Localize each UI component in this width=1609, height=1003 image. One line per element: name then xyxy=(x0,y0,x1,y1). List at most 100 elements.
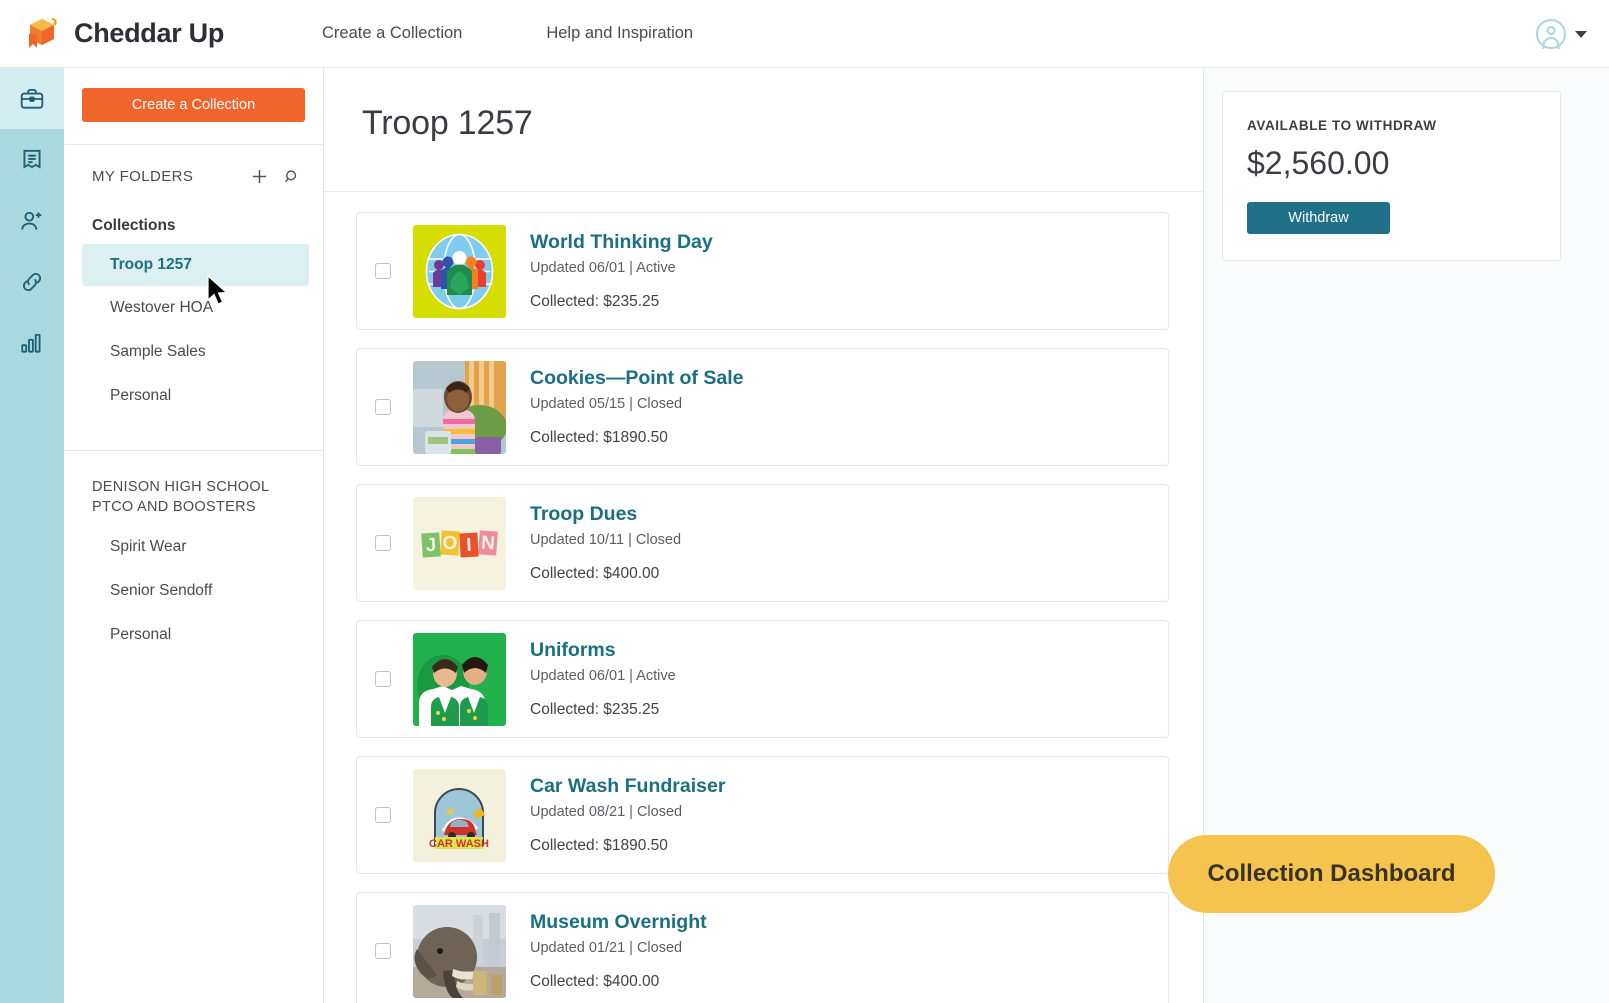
collection-thumbnail xyxy=(413,225,506,318)
folder-group-title: DENISON HIGH SCHOOL PTCO AND BOOSTERS xyxy=(64,451,323,517)
svg-text:CAR WASH: CAR WASH xyxy=(429,838,489,850)
folder-item-personal[interactable]: Personal xyxy=(64,374,323,418)
collection-card[interactable]: Museum Overnight Updated 01/21 | Closed Co… xyxy=(356,892,1169,1003)
add-person-icon xyxy=(19,208,45,234)
top-header: Cheddar Up Create a Collection Help and … xyxy=(0,0,1609,68)
collections-list: World Thinking Day Updated 06/01 | Active… xyxy=(324,192,1203,1003)
collection-collected: Collected: $235.25 xyxy=(530,701,676,719)
plus-icon xyxy=(250,174,269,189)
folders-panel: Create a Collection MY FOLDERS Collectio… xyxy=(64,68,324,1003)
collection-meta: Updated 05/15 | Closed xyxy=(530,396,743,412)
folder-group-title: Collections xyxy=(64,186,323,236)
user-circle-icon[interactable] xyxy=(1536,19,1566,49)
add-folder-button[interactable] xyxy=(250,167,269,186)
collection-card[interactable]: CAR WASH Car Wash Fundraiser Updated 08/21… xyxy=(356,756,1169,874)
nav-help-and-inspiration[interactable]: Help and Inspiration xyxy=(546,24,693,43)
collection-details: Museum Overnight Updated 01/21 | Closed Co… xyxy=(530,911,707,991)
account-menu[interactable] xyxy=(1536,0,1587,68)
svg-text:N: N xyxy=(480,532,495,554)
icon-rail xyxy=(0,68,64,1003)
collection-card[interactable]: World Thinking Day Updated 06/01 | Active… xyxy=(356,212,1169,330)
chevron-down-icon[interactable] xyxy=(1575,31,1587,38)
rail-item-payments[interactable] xyxy=(0,129,64,190)
available-to-withdraw-card: AVAILABLE TO WITHDRAW $2,560.00 Withdraw xyxy=(1222,91,1561,261)
top-navigation: Create a Collection Help and Inspiration xyxy=(322,24,777,43)
avatar-head xyxy=(1547,26,1556,35)
collection-details: Car Wash Fundraiser Updated 08/21 | Close… xyxy=(530,775,725,855)
collection-dashboard-button[interactable]: Collection Dashboard xyxy=(1168,835,1495,913)
svg-text:O: O xyxy=(442,532,458,554)
collection-details: Uniforms Updated 06/01 | Active Collected:… xyxy=(530,639,676,719)
collection-title[interactable]: Museum Overnight xyxy=(530,911,707,934)
collection-details: Troop Dues Updated 10/11 | Closed Collecte… xyxy=(530,503,681,583)
collection-meta: Updated 01/21 | Closed xyxy=(530,940,707,956)
collection-meta: Updated 06/01 | Active xyxy=(530,260,713,276)
collection-meta: Updated 10/11 | Closed xyxy=(530,532,681,548)
receipt-icon xyxy=(19,147,45,173)
collection-checkbox[interactable] xyxy=(375,399,391,415)
collection-card[interactable]: JOIN Troop Dues Updated 10/11 | Closed Coll… xyxy=(356,484,1169,602)
folder-list: Spirit WearSenior SendoffPersonal xyxy=(64,525,323,657)
collection-thumbnail xyxy=(413,361,506,454)
folder-item-personal[interactable]: Personal xyxy=(64,613,323,657)
my-folders-header: MY FOLDERS xyxy=(64,145,323,186)
collection-title[interactable]: World Thinking Day xyxy=(530,231,713,254)
create-collection-wrap: Create a Collection xyxy=(64,68,323,145)
collection-collected: Collected: $400.00 xyxy=(530,565,681,583)
folder-item-senior-sendoff[interactable]: Senior Sendoff xyxy=(64,569,323,613)
rail-item-links[interactable] xyxy=(0,251,64,312)
svg-text:I: I xyxy=(466,534,472,555)
collection-checkbox[interactable] xyxy=(375,943,391,959)
brand-name: Cheddar Up xyxy=(74,18,224,49)
search-icon xyxy=(283,174,301,189)
withdraw-label: AVAILABLE TO WITHDRAW xyxy=(1247,118,1560,133)
collection-title[interactable]: Uniforms xyxy=(530,639,676,662)
folder-item-westover-hoa[interactable]: Westover HOA xyxy=(64,286,323,330)
collection-details: World Thinking Day Updated 06/01 | Active… xyxy=(530,231,713,311)
bar-chart-icon xyxy=(19,330,45,356)
my-folders-title: MY FOLDERS xyxy=(92,168,236,185)
collection-card[interactable]: Cookies—Point of Sale Updated 05/15 | Clo… xyxy=(356,348,1169,466)
collection-checkbox[interactable] xyxy=(375,535,391,551)
collection-thumbnail xyxy=(413,905,506,998)
collection-collected: Collected: $1890.50 xyxy=(530,837,725,855)
collection-details: Cookies—Point of Sale Updated 05/15 | Clo… xyxy=(530,367,743,447)
brand[interactable]: Cheddar Up xyxy=(22,14,224,54)
collection-checkbox[interactable] xyxy=(375,671,391,687)
briefcase-icon xyxy=(19,86,45,112)
folder-item-sample-sales[interactable]: Sample Sales xyxy=(64,330,323,374)
collection-checkbox[interactable] xyxy=(375,263,391,279)
rail-item-collections[interactable] xyxy=(0,68,64,129)
withdraw-button[interactable]: Withdraw xyxy=(1247,202,1390,234)
nav-create-a-collection[interactable]: Create a Collection xyxy=(322,24,462,43)
collection-title[interactable]: Car Wash Fundraiser xyxy=(530,775,725,798)
svg-text:J: J xyxy=(425,534,437,556)
collection-thumbnail: JOIN xyxy=(413,497,506,590)
folder-list: Troop 1257Westover HOASample SalesPerson… xyxy=(64,244,323,418)
folder-groups: Collections Troop 1257Westover HOASample … xyxy=(64,186,323,657)
collection-meta: Updated 08/21 | Closed xyxy=(530,804,725,820)
collection-title[interactable]: Cookies—Point of Sale xyxy=(530,367,743,390)
withdraw-amount: $2,560.00 xyxy=(1247,145,1560,182)
main-content: Troop 1257 World Thinking Day Updated 06/… xyxy=(324,68,1204,1003)
collection-thumbnail xyxy=(413,633,506,726)
cheddar-cube-logo-icon xyxy=(22,14,62,54)
collection-collected: Collected: $235.25 xyxy=(530,293,713,311)
collection-thumbnail: CAR WASH xyxy=(413,769,506,862)
collection-title[interactable]: Troop Dues xyxy=(530,503,681,526)
folder-item-troop-1257[interactable]: Troop 1257 xyxy=(82,244,309,286)
avatar-body xyxy=(1543,37,1560,49)
search-folders-button[interactable] xyxy=(283,168,301,186)
collection-collected: Collected: $1890.50 xyxy=(530,429,743,447)
collection-checkbox[interactable] xyxy=(375,807,391,823)
page-title: Troop 1257 xyxy=(324,68,1203,143)
create-collection-button[interactable]: Create a Collection xyxy=(82,88,305,122)
collection-card[interactable]: Uniforms Updated 06/01 | Active Collected:… xyxy=(356,620,1169,738)
collection-collected: Collected: $400.00 xyxy=(530,973,707,991)
mouse-cursor xyxy=(206,275,232,312)
link-icon xyxy=(19,269,45,295)
folder-item-spirit-wear[interactable]: Spirit Wear xyxy=(64,525,323,569)
rail-item-add-member[interactable] xyxy=(0,190,64,251)
rail-item-reports[interactable] xyxy=(0,312,64,373)
collection-meta: Updated 06/01 | Active xyxy=(530,668,676,684)
